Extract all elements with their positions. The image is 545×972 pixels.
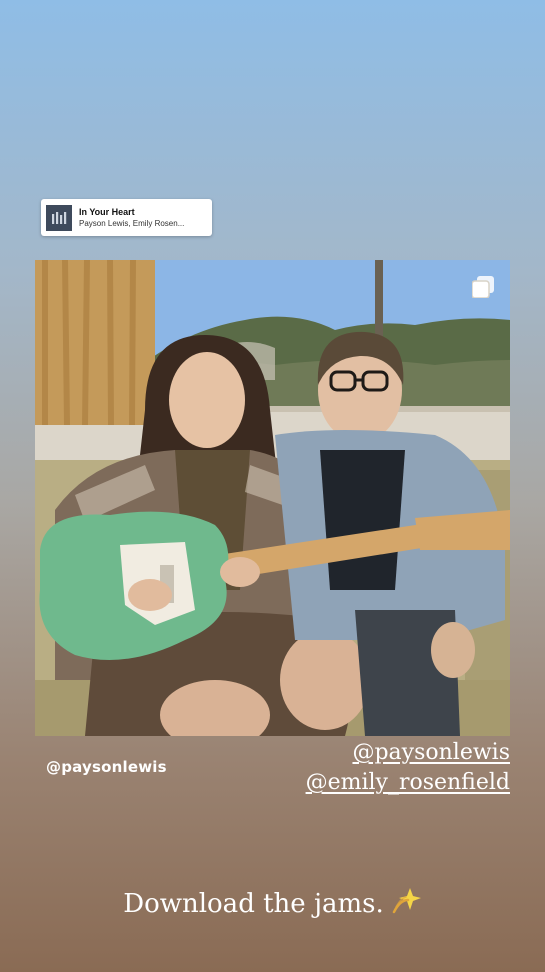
multiple-posts-icon bbox=[472, 276, 494, 298]
caption-text: Download the jams. bbox=[123, 888, 384, 919]
story-caption: Download the jams. bbox=[0, 886, 545, 921]
post-author-handle[interactable]: @paysonlewis bbox=[46, 758, 167, 776]
music-sticker[interactable]: In Your Heart Payson Lewis, Emily Rosen.… bbox=[41, 199, 212, 236]
mention-emily-rosenfield[interactable]: @emily_rosenfield bbox=[306, 770, 510, 795]
track-artist: Payson Lewis, Emily Rosen... bbox=[79, 218, 185, 228]
dizzy-sparkle-icon bbox=[392, 886, 422, 921]
post-photo-illustration bbox=[35, 260, 510, 736]
shared-post-photo[interactable] bbox=[35, 260, 510, 736]
album-art-icon bbox=[46, 204, 72, 231]
track-title: In Your Heart bbox=[79, 206, 135, 217]
mention-paysonlewis[interactable]: @paysonlewis bbox=[352, 740, 510, 765]
